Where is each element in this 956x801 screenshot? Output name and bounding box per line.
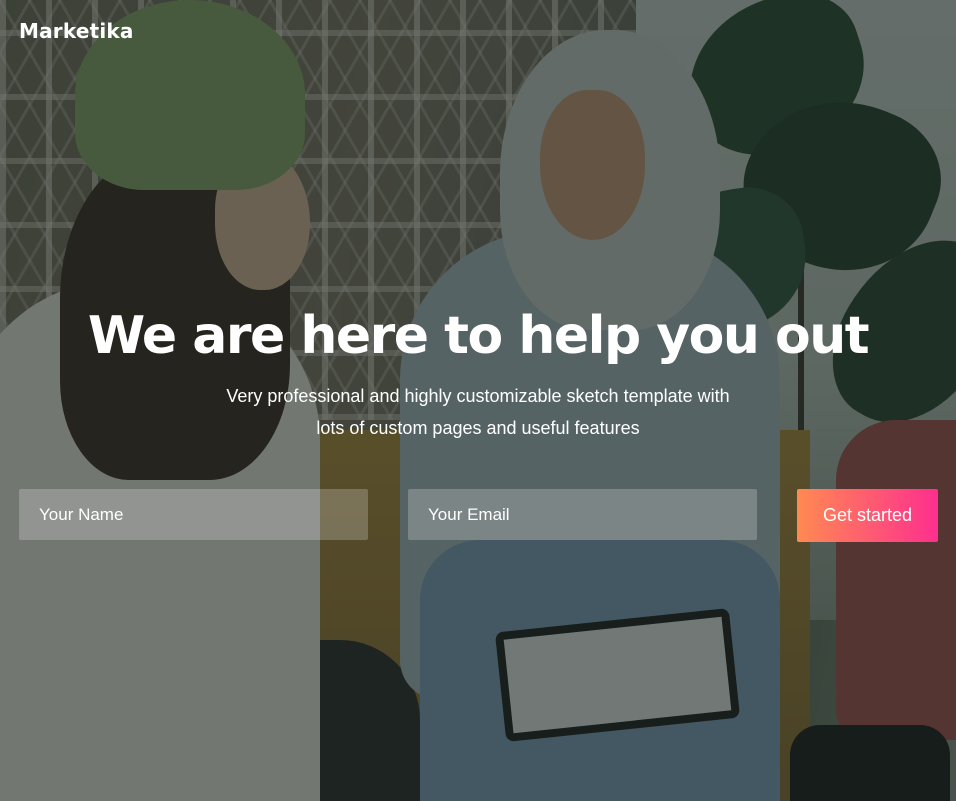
email-input[interactable] xyxy=(408,489,757,540)
hero-subtitle-line: lots of custom pages and useful features xyxy=(316,418,640,438)
name-input[interactable] xyxy=(19,489,368,540)
get-started-button[interactable]: Get started xyxy=(797,489,938,542)
hero-subtitle-line: Very professional and highly customizabl… xyxy=(226,386,730,406)
brand-logo[interactable]: Marketika xyxy=(19,17,134,45)
hero-headline: We are here to help you out xyxy=(87,306,870,366)
hero-section: Marketika We are here to help you out Ve… xyxy=(0,0,956,801)
hero-subtitle: Very professional and highly customizabl… xyxy=(183,380,773,444)
